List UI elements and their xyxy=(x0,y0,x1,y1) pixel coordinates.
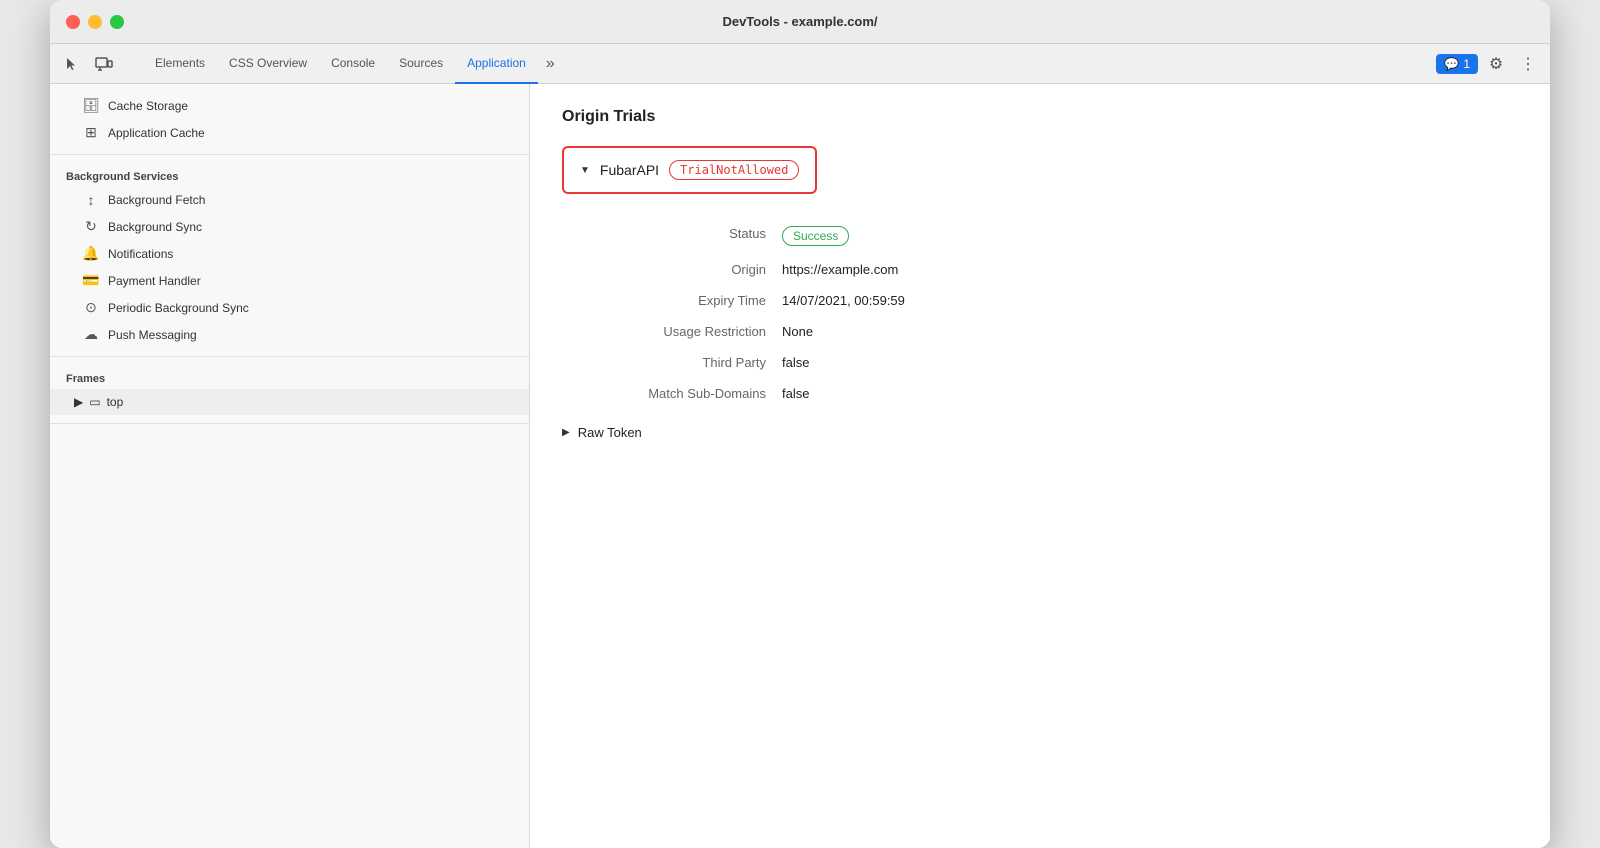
sidebar-item-push-messaging[interactable]: ☁ Push Messaging xyxy=(50,321,529,348)
sidebar-item-background-sync[interactable]: ↻ Background Sync xyxy=(50,213,529,240)
traffic-lights xyxy=(66,15,124,29)
background-fetch-icon: ↕ xyxy=(82,192,100,208)
window-title: DevTools - example.com/ xyxy=(722,14,877,29)
sidebar-item-notifications[interactable]: 🔔 Notifications xyxy=(50,240,529,267)
details-table: Status Success Origin https://example.co… xyxy=(562,218,1518,409)
raw-token-label: Raw Token xyxy=(578,425,642,440)
value-status: Success xyxy=(782,218,1518,254)
label-status: Status xyxy=(562,218,782,254)
sidebar: 🗄 Cache Storage ⊞ Application Cache Back… xyxy=(50,84,530,848)
value-third-party: false xyxy=(782,347,1518,378)
table-row-match-sub-domains: Match Sub-Domains false xyxy=(562,378,1518,409)
table-row-usage-restriction: Usage Restriction None xyxy=(562,316,1518,347)
sidebar-item-periodic-background-sync[interactable]: ⊙ Periodic Background Sync xyxy=(50,294,529,321)
message-icon: 💬 xyxy=(1444,57,1459,71)
device-toggle-icon[interactable] xyxy=(90,50,118,78)
frames-label: Frames xyxy=(50,365,529,389)
table-row-origin: Origin https://example.com xyxy=(562,254,1518,285)
background-services-label: Background Services xyxy=(50,163,529,187)
minimize-button[interactable] xyxy=(88,15,102,29)
tabbar: Elements CSS Overview Console Sources Ap… xyxy=(50,44,1550,84)
notifications-icon: 🔔 xyxy=(82,245,100,262)
table-row-status: Status Success xyxy=(562,218,1518,254)
label-third-party: Third Party xyxy=(562,347,782,378)
tab-elements[interactable]: Elements xyxy=(143,44,217,84)
success-badge: Success xyxy=(782,226,849,246)
page-title: Origin Trials xyxy=(562,108,1518,126)
sidebar-item-payment-handler[interactable]: 💳 Payment Handler xyxy=(50,267,529,294)
devtools-window: DevTools - example.com/ Elements xyxy=(50,0,1550,848)
frames-section: Frames ▶ ▭ top xyxy=(50,357,529,424)
fubar-api-row[interactable]: ▼ FubarAPI TrialNotAllowed xyxy=(562,146,817,194)
cache-section: 🗄 Cache Storage ⊞ Application Cache xyxy=(50,84,529,155)
trial-not-allowed-badge: TrialNotAllowed xyxy=(669,160,799,180)
label-expiry-time: Expiry Time xyxy=(562,285,782,316)
periodic-background-sync-icon: ⊙ xyxy=(82,299,100,316)
cursor-icon[interactable] xyxy=(58,50,86,78)
push-messaging-icon: ☁ xyxy=(82,326,100,343)
label-match-sub-domains: Match Sub-Domains xyxy=(562,378,782,409)
label-origin: Origin xyxy=(562,254,782,285)
value-usage-restriction: None xyxy=(782,316,1518,347)
sidebar-item-background-fetch[interactable]: ↕ Background Fetch xyxy=(50,187,529,213)
application-cache-icon: ⊞ xyxy=(82,124,100,141)
more-options-button[interactable]: ⋮ xyxy=(1514,50,1542,78)
raw-token-row[interactable]: ▶ Raw Token xyxy=(562,417,1518,448)
message-badge-button[interactable]: 💬 1 xyxy=(1436,54,1478,74)
sidebar-item-cache-storage[interactable]: 🗄 Cache Storage xyxy=(50,92,529,119)
frame-icon: ▭ xyxy=(89,395,100,409)
value-match-sub-domains: false xyxy=(782,378,1518,409)
settings-button[interactable]: ⚙ xyxy=(1482,50,1510,78)
label-usage-restriction: Usage Restriction xyxy=(562,316,782,347)
table-row-expiry-time: Expiry Time 14/07/2021, 00:59:59 xyxy=(562,285,1518,316)
tab-sources[interactable]: Sources xyxy=(387,44,455,84)
main-area: 🗄 Cache Storage ⊞ Application Cache Back… xyxy=(50,84,1550,848)
sidebar-item-top-frame[interactable]: ▶ ▭ top xyxy=(50,389,529,415)
cache-storage-icon: 🗄 xyxy=(82,97,100,114)
table-row-third-party: Third Party false xyxy=(562,347,1518,378)
more-tabs-button[interactable]: » xyxy=(538,44,563,83)
content-panel: Origin Trials ▼ FubarAPI TrialNotAllowed… xyxy=(530,84,1550,848)
background-services-section: Background Services ↕ Background Fetch ↻… xyxy=(50,155,529,357)
fubar-expand-icon: ▼ xyxy=(580,165,590,176)
value-expiry-time: 14/07/2021, 00:59:59 xyxy=(782,285,1518,316)
tab-console[interactable]: Console xyxy=(319,44,387,84)
tab-application[interactable]: Application xyxy=(455,44,538,84)
fubar-api-name: FubarAPI xyxy=(600,162,659,178)
background-sync-icon: ↻ xyxy=(82,218,100,235)
tab-css-overview[interactable]: CSS Overview xyxy=(217,44,319,84)
value-origin: https://example.com xyxy=(782,254,1518,285)
close-button[interactable] xyxy=(66,15,80,29)
sidebar-item-application-cache[interactable]: ⊞ Application Cache xyxy=(50,119,529,146)
raw-token-expand-icon: ▶ xyxy=(562,427,570,438)
tabbar-right: 💬 1 ⚙ ⋮ xyxy=(1436,44,1542,83)
titlebar: DevTools - example.com/ xyxy=(50,0,1550,44)
maximize-button[interactable] xyxy=(110,15,124,29)
toolbar-icons xyxy=(58,44,135,83)
payment-handler-icon: 💳 xyxy=(82,272,100,289)
frame-expand-icon: ▶ xyxy=(74,395,83,409)
